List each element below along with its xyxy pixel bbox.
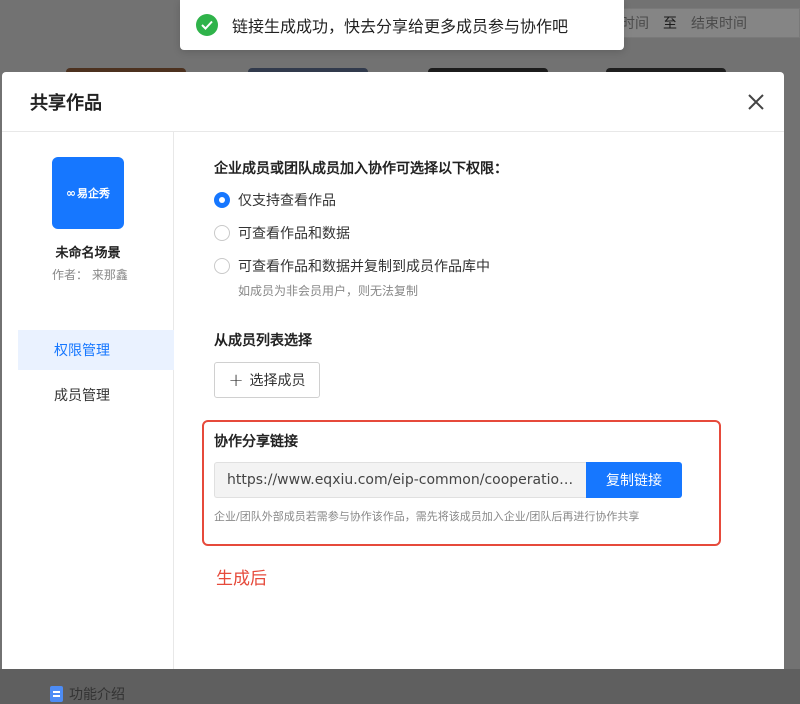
- share-work-modal: 共享作品 ∞ 易企秀 未命名场景 作者： 来那鑫 权限管理 成员管理 功能介绍 …: [2, 72, 784, 703]
- permission-option-label: 可查看作品和数据并复制到成员作品库中: [238, 259, 490, 275]
- toast-message: 链接生成成功，快去分享给更多成员参与协作吧: [232, 17, 569, 36]
- check-circle-icon: [196, 14, 218, 36]
- radio-unchecked-icon[interactable]: [214, 258, 230, 274]
- work-author: 作者： 来那鑫: [52, 268, 128, 280]
- work-cover: ∞ 易企秀: [52, 157, 124, 229]
- close-icon[interactable]: [742, 88, 770, 116]
- success-toast: 链接生成成功，快去分享给更多成员参与协作吧: [180, 0, 624, 50]
- select-members-label: 选择成员: [249, 373, 306, 389]
- share-link-url: https://www.eqxiu.com/eip-common/coopera…: [227, 472, 574, 488]
- member-select-title: 从成员列表选择: [214, 333, 312, 349]
- share-link-field[interactable]: https://www.eqxiu.com/eip-common/coopera…: [214, 462, 586, 498]
- modal-sidebar: ∞ 易企秀 未命名场景 作者： 来那鑫 权限管理 成员管理 功能介绍: [2, 132, 174, 703]
- modal-header: 共享作品: [2, 72, 784, 132]
- plus-icon: +: [228, 369, 244, 391]
- permissions-title: 企业成员或团队成员加入协作可选择以下权限：: [214, 161, 508, 177]
- document-icon: [50, 686, 63, 702]
- share-link-title: 协作分享链接: [214, 434, 298, 450]
- share-link-note: 企业/团队外部成员若需参与协作该作品，需先将该成员加入企业/团队后再进行协作共享: [214, 510, 640, 523]
- permission-option-view-only[interactable]: 仅支持查看作品: [214, 190, 336, 210]
- work-name: 未命名场景: [55, 246, 121, 261]
- annotation-label: 生成后: [216, 569, 267, 589]
- sidebar-item-permissions[interactable]: 权限管理: [18, 330, 174, 370]
- permission-option-label: 仅支持查看作品: [238, 193, 336, 209]
- permission-option-label: 可查看作品和数据: [238, 226, 350, 242]
- select-members-button[interactable]: + 选择成员: [214, 362, 320, 398]
- radio-unchecked-icon[interactable]: [214, 225, 230, 241]
- radio-checked-icon[interactable]: [214, 192, 230, 208]
- feature-intro-link[interactable]: 功能介绍: [50, 684, 125, 704]
- eqxiu-logo-icon: ∞: [66, 186, 76, 200]
- modal-title: 共享作品: [30, 92, 102, 114]
- sidebar-item-label: 权限管理: [54, 343, 110, 359]
- modal-content: 企业成员或团队成员加入协作可选择以下权限： 仅支持查看作品 可查看作品和数据 可…: [202, 132, 784, 669]
- sidebar-item-label: 成员管理: [54, 388, 110, 404]
- sidebar-item-members[interactable]: 成员管理: [18, 375, 174, 415]
- permission-option-view-data-copy[interactable]: 可查看作品和数据并复制到成员作品库中: [214, 256, 490, 276]
- feature-intro-label: 功能介绍: [69, 687, 125, 703]
- cover-logo-text: 易企秀: [77, 187, 110, 200]
- permission-option-note: 如成员为非会员用户，则无法复制: [238, 284, 419, 298]
- permission-option-view-data[interactable]: 可查看作品和数据: [214, 223, 350, 243]
- copy-link-button[interactable]: 复制链接: [586, 462, 682, 498]
